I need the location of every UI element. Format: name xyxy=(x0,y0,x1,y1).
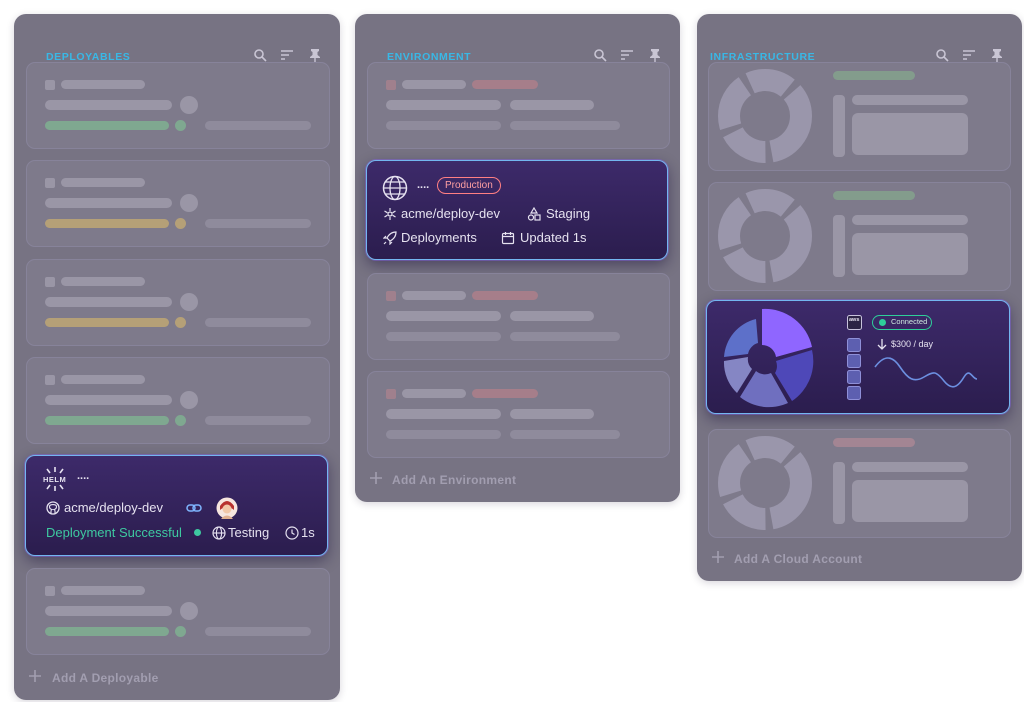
deployable-card-active[interactable]: HELM .... acme/deploy-dev Deployment Suc… xyxy=(25,455,328,556)
add-deployable-button[interactable]: Add A Deployable xyxy=(14,670,340,690)
globe-icon xyxy=(382,175,408,201)
helm-logo-text: HELM xyxy=(43,475,67,484)
pin-icon[interactable] xyxy=(648,48,662,62)
deployment-status: Deployment Successful xyxy=(46,525,182,540)
environment-card-active[interactable]: .... Production acme/deploy-dev Staging … xyxy=(366,160,668,260)
cloud-account-card-placeholder[interactable] xyxy=(708,182,1011,291)
cost-per-day: $300 / day xyxy=(891,339,934,349)
donut-chart-icon xyxy=(717,68,813,164)
add-environment-label: Add An Environment xyxy=(392,473,517,487)
plus-icon xyxy=(710,549,726,565)
rocket-icon xyxy=(383,231,397,245)
repo-name: acme/deploy-dev xyxy=(401,206,500,221)
stage-name: Staging xyxy=(546,206,591,221)
sort-icon[interactable] xyxy=(962,48,976,62)
deployment-time: 1s xyxy=(301,525,315,540)
status-dot xyxy=(879,319,886,326)
infrastructure-column: INFRASTRUCTURE aws Connected $300 / day … xyxy=(697,14,1022,581)
deployable-card-placeholder[interactable] xyxy=(26,62,330,149)
cost-trend-sparkline xyxy=(874,353,978,389)
environment-card-placeholder[interactable] xyxy=(367,273,670,360)
donut-chart-icon xyxy=(717,188,813,284)
add-environment-button[interactable]: Add An Environment xyxy=(355,472,680,492)
plus-icon xyxy=(27,668,43,684)
service-icons xyxy=(847,338,861,400)
pie-chart-icon xyxy=(720,305,820,409)
connected-label: Connected xyxy=(891,317,928,326)
search-icon[interactable] xyxy=(593,48,607,62)
deployments-link[interactable]: Deployments xyxy=(401,230,477,245)
clock-icon xyxy=(285,526,299,540)
deployable-card-placeholder[interactable] xyxy=(26,160,330,247)
arrow-down-icon xyxy=(877,338,887,350)
github-icon xyxy=(46,501,60,515)
environment-name: Testing xyxy=(228,525,270,540)
environment-name: .... xyxy=(417,179,430,191)
cloud-account-card-placeholder[interactable] xyxy=(708,62,1011,171)
sort-icon[interactable] xyxy=(620,48,634,62)
deployable-name: .... xyxy=(77,470,90,482)
deployables-column: DEPLOYABLES HELM .... acme/deploy-dev De… xyxy=(14,14,340,700)
globe-icon xyxy=(212,526,226,540)
add-cloud-account-label: Add A Cloud Account xyxy=(734,552,863,566)
deployable-card-placeholder[interactable] xyxy=(26,357,330,444)
sort-icon[interactable] xyxy=(280,48,294,62)
environment-card-placeholder[interactable] xyxy=(367,62,670,149)
shapes-icon xyxy=(527,207,541,221)
calendar-icon xyxy=(501,231,515,245)
avatar[interactable] xyxy=(216,497,238,519)
updated-time: Updated 1s xyxy=(520,230,587,245)
plus-icon xyxy=(368,470,384,486)
deployable-card-placeholder[interactable] xyxy=(26,259,330,346)
aws-logo-text: aws xyxy=(849,317,860,323)
status-dot xyxy=(194,529,201,536)
pin-icon[interactable] xyxy=(990,48,1004,62)
cloud-account-card-active[interactable]: aws Connected $300 / day xyxy=(706,300,1010,414)
environment-column: ENVIRONMENT .... Production acme/deploy-… xyxy=(355,14,680,502)
cluster-icon xyxy=(383,207,397,221)
repo-name: acme/deploy-dev xyxy=(64,500,163,515)
search-icon[interactable] xyxy=(935,48,949,62)
link-icon[interactable] xyxy=(186,501,202,515)
production-badge: Production xyxy=(437,177,501,194)
pin-icon[interactable] xyxy=(308,48,322,62)
add-deployable-label: Add A Deployable xyxy=(52,671,159,685)
search-icon[interactable] xyxy=(253,48,267,62)
deployable-card-placeholder[interactable] xyxy=(26,568,330,655)
environment-card-placeholder[interactable] xyxy=(367,371,670,458)
add-cloud-account-button[interactable]: Add A Cloud Account xyxy=(697,551,1022,571)
donut-chart-icon xyxy=(717,435,813,531)
cloud-account-card-placeholder[interactable] xyxy=(708,429,1011,538)
connected-badge: Connected xyxy=(872,315,932,330)
